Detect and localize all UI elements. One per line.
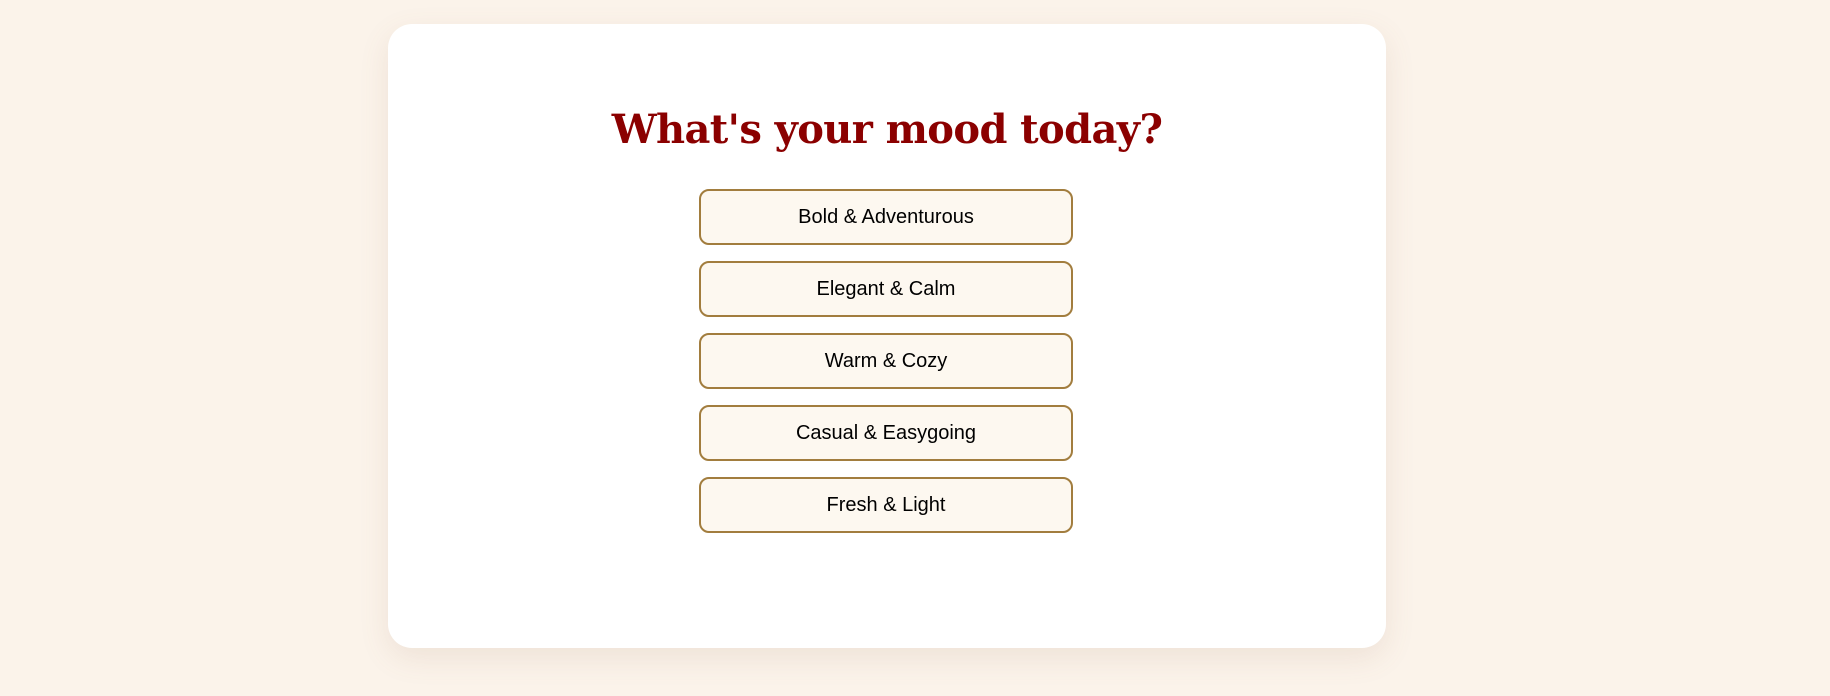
- mood-options-list: Bold & Adventurous Elegant & Calm Warm &…: [699, 189, 1073, 533]
- mood-option-casual-easygoing[interactable]: Casual & Easygoing: [699, 405, 1073, 461]
- mood-question-card: What's your mood today? Bold & Adventuro…: [388, 24, 1386, 648]
- question-title: What's your mood today?: [611, 106, 1163, 153]
- mood-option-elegant-calm[interactable]: Elegant & Calm: [699, 261, 1073, 317]
- mood-option-fresh-light[interactable]: Fresh & Light: [699, 477, 1073, 533]
- mood-option-warm-cozy[interactable]: Warm & Cozy: [699, 333, 1073, 389]
- mood-option-bold-adventurous[interactable]: Bold & Adventurous: [699, 189, 1073, 245]
